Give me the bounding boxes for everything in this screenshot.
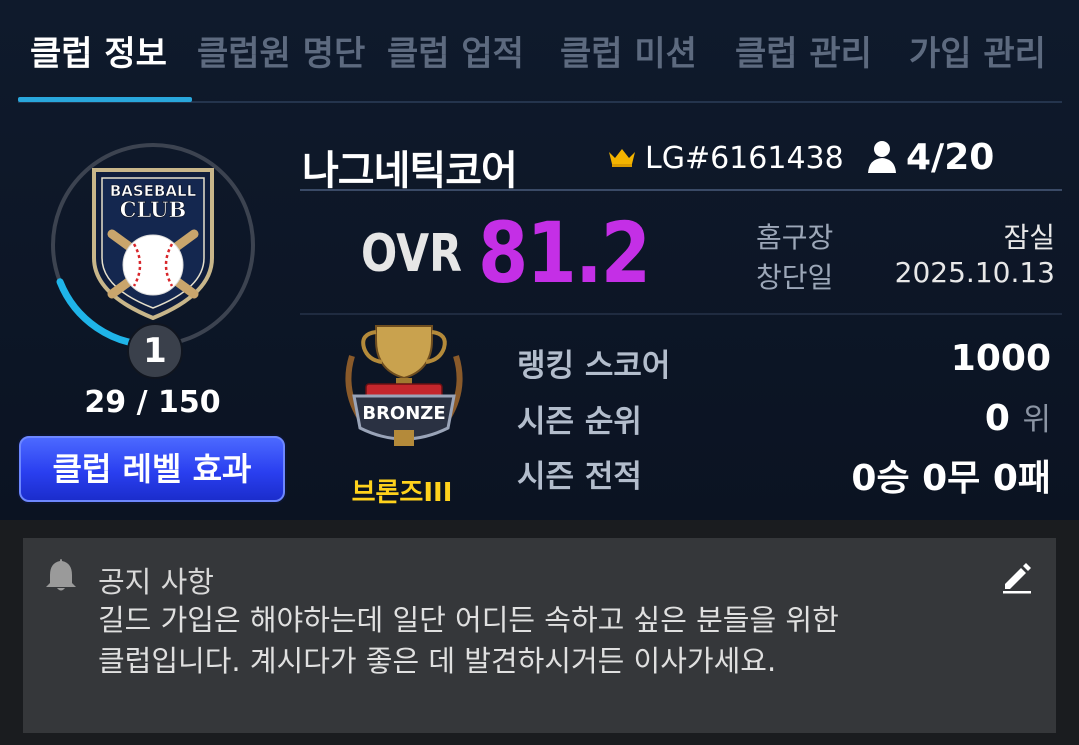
tab-join-management[interactable]: 가입 관리 [909,26,1046,75]
tab-club-info[interactable]: 클럽 정보 [30,26,167,75]
ranking-score-label: 랭킹 스코어 [517,348,671,384]
tab-club-members[interactable]: 클럽원 명단 [197,26,365,75]
person-icon [868,141,896,173]
divider [300,189,1062,191]
svg-text:CLUB: CLUB [120,197,186,222]
home-stadium-label: 홈구장 [756,221,834,254]
tab-club-achievements[interactable]: 클럽 업적 [387,26,524,75]
notice-title: 공지 사항 [98,565,214,599]
tab-club-management[interactable]: 클럽 관리 [735,26,872,75]
active-tab-indicator [18,97,192,102]
club-name: 나그네틱코어 [302,148,518,194]
ovr-label: OVR [361,224,462,284]
baseball-club-logo: BASEBALL CLUB [92,168,214,321]
crown-icon [609,149,635,167]
notice-text: 길드 가입은 해야하는데 일단 어디든 속하고 싶은 분들을 위한 클럽입니다.… [98,600,1018,682]
season-rank-label: 시즌 순위 [517,404,642,440]
season-record-value: 0승 0무 0패 [851,458,1051,499]
season-rank-value: 0 [984,398,1010,439]
club-level-badge: 1 [127,323,183,379]
bronze-tier-emblem: BRONZE [345,325,463,446]
founded-date-value: 2025.10.13 [894,256,1055,289]
svg-text:BRONZE: BRONZE [362,403,445,424]
bell-icon [46,559,76,591]
tab-bar: 클럽 정보 클럽원 명단 클럽 업적 클럽 미션 클럽 관리 가입 관리 [0,0,1079,103]
club-exp-text: 29 / 150 [84,385,221,420]
tab-club-missions[interactable]: 클럽 미션 [560,26,697,75]
season-record-label: 시즌 전적 [517,459,642,495]
club-level-effect-button[interactable]: 클럽 레벨 효과 [19,436,285,502]
divider [300,313,1062,315]
ovr-value: 81.2 [478,204,651,302]
pencil-icon[interactable] [1000,560,1034,594]
notice-text-line: 길드 가입은 해야하는데 일단 어디든 속하고 싶은 분들을 위한 [98,603,839,637]
member-count: 4/20 [906,137,995,178]
founded-date-label: 창단일 [756,261,834,294]
home-stadium-value: 잠실 [1003,221,1055,254]
club-level-ring: BASEBALL CLUB [51,143,255,349]
notice-text-line: 클럽입니다. 계시다가 좋은 데 발견하시거든 이사가세요. [98,644,777,678]
season-rank: 0 위 [985,394,1051,439]
tier-name: 브론즈III [351,478,453,508]
ranking-score-value: 1000 [950,338,1051,379]
season-rank-unit: 위 [1022,402,1051,438]
club-id: LG#6161438 [645,141,844,176]
